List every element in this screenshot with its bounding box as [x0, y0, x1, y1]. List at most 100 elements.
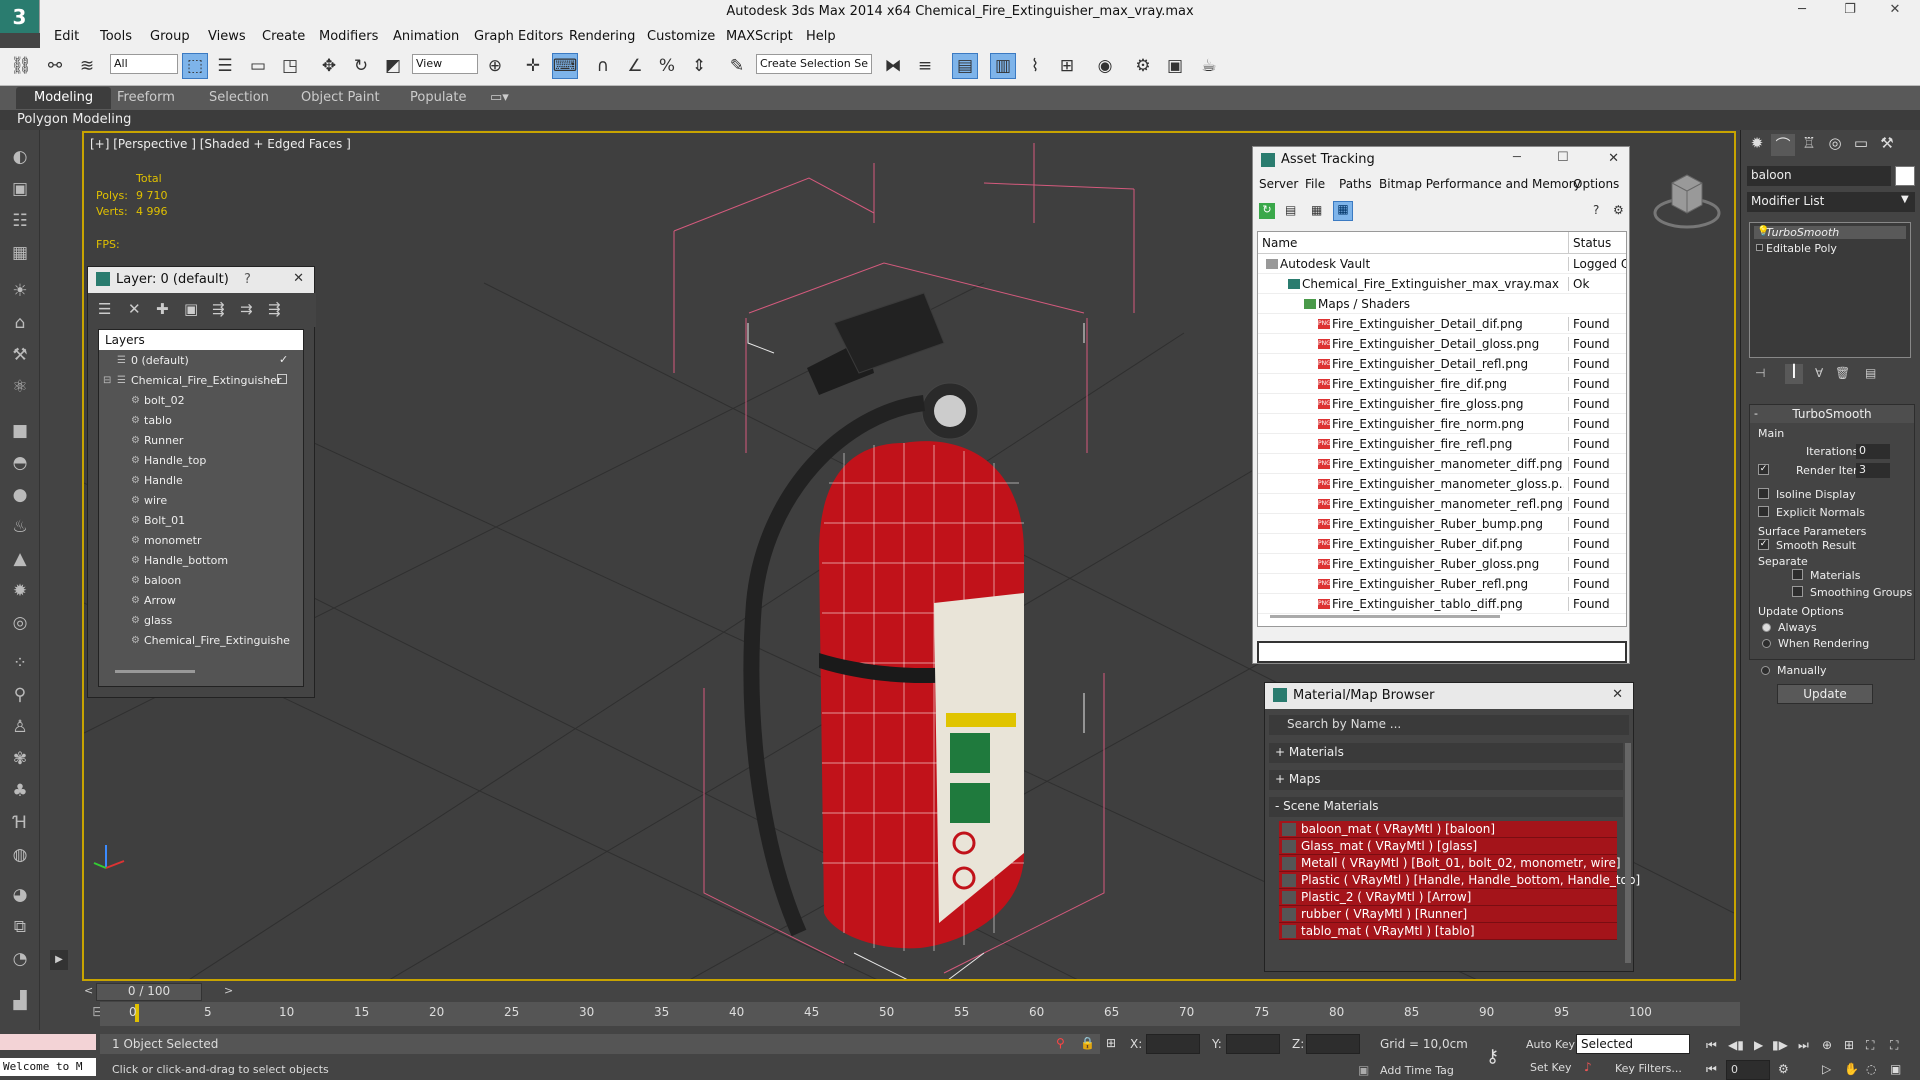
layer-scrollbar[interactable]	[115, 670, 195, 673]
menu-graph-editors[interactable]: Graph Editors	[474, 29, 563, 44]
app-menu-button[interactable]: 3	[0, 0, 40, 33]
play-icon[interactable]: ▶	[1754, 1038, 1763, 1052]
lights-icon[interactable]: ☀	[7, 278, 33, 304]
select-object-icon[interactable]: ⬚	[182, 53, 208, 79]
time-config-icon[interactable]: ⚙	[1778, 1062, 1789, 1076]
layer-manager-icon[interactable]: ▤	[952, 53, 978, 79]
layer-panel-header[interactable]: Layer: 0 (default) ? ✕	[88, 267, 314, 293]
asset-row[interactable]: Maps / Shaders	[1258, 294, 1626, 314]
asset-maximize-icon[interactable]: ☐	[1557, 150, 1569, 165]
list-view-icon[interactable]: ▤	[1285, 203, 1296, 217]
box-icon[interactable]: ■	[7, 418, 33, 444]
time-slider-handle[interactable]: 0 / 100	[96, 983, 202, 1001]
biped-icon[interactable]: ♙	[7, 714, 33, 740]
freeze-all-icon[interactable]: ⇶	[268, 300, 288, 320]
update-button[interactable]: Update	[1777, 684, 1873, 704]
object-row[interactable]: ⚙ glass	[99, 611, 303, 631]
material-row[interactable]: Metall ( VRayMtl ) [Bolt_01, bolt_02, mo…	[1279, 855, 1621, 872]
asset-row[interactable]: PNG Fire_Extinguisher_Ruber_dif.png Found	[1258, 534, 1626, 554]
polygon-modeling-label[interactable]: Polygon Modeling	[17, 112, 131, 127]
delete-layer-icon[interactable]: ✕	[128, 300, 148, 320]
stack-editable-poly[interactable]: Editable Poly	[1766, 242, 1837, 255]
cone-icon[interactable]: ▲	[7, 546, 33, 572]
percent-snap-icon[interactable]: %	[654, 53, 680, 79]
object-row[interactable]: ⚙ Chemical_Fire_Extinguishe	[99, 631, 303, 651]
layer-close-icon[interactable]: ✕	[293, 271, 304, 286]
close-button[interactable]: ✕	[1880, 2, 1910, 24]
settings-icon[interactable]: ⚙	[1613, 203, 1624, 217]
maxscript-input[interactable]: Welcome to M	[0, 1058, 96, 1076]
zoom-icon[interactable]: ⊕	[1822, 1038, 1832, 1052]
globe-icon[interactable]: ◕	[7, 882, 33, 908]
asset-row[interactable]: PNG Fire_Extinguisher_Ruber_gloss.png Foun…	[1258, 554, 1626, 574]
prev-key-icon[interactable]: ◀▮	[1728, 1038, 1744, 1052]
material-row[interactable]: baloon_mat ( VRayMtl ) [baloon]	[1279, 821, 1617, 838]
rendered-frame-window-icon[interactable]: ▣	[1162, 53, 1188, 79]
object-color-swatch[interactable]	[1895, 166, 1915, 186]
asset-row[interactable]: PNG Fire_Extinguisher_fire_refl.png Found	[1258, 434, 1626, 454]
object-row[interactable]: ⚙ Handle	[99, 471, 303, 491]
menu-maxscript[interactable]: MAXScript	[726, 29, 793, 44]
layer-row-extinguisher[interactable]: ⊟ ☰ Chemical_Fire_Extinguisher	[99, 371, 303, 391]
absolute-mode-icon[interactable]: ⊞	[1106, 1036, 1116, 1050]
auto-key-button[interactable]: Auto Key	[1526, 1038, 1575, 1051]
asset-scrollbar[interactable]	[1270, 615, 1500, 618]
object-row[interactable]: ⚙ Arrow	[99, 591, 303, 611]
object-row[interactable]: ⚙ Handle_top	[99, 451, 303, 471]
select-manipulate-icon[interactable]: ✛	[520, 53, 546, 79]
asset-row[interactable]: PNG Fire_Extinguisher_Ruber_refl.png Found	[1258, 574, 1626, 594]
current-layer-box[interactable]	[277, 374, 287, 384]
viewcube-icon[interactable]	[1652, 163, 1722, 233]
toggle-ribbon-icon[interactable]: ▥	[990, 53, 1016, 79]
when-rendering-radio[interactable]	[1762, 639, 1771, 648]
asset-menu-paths[interactable]: Paths	[1339, 177, 1372, 191]
asset-row[interactable]: PNG Fire_Extinguisher_Detail_gloss.png Fou…	[1258, 334, 1626, 354]
grid-view-icon[interactable]: ▦	[1333, 201, 1353, 221]
viewport-layout-icon[interactable]: ◐	[7, 144, 33, 170]
asset-menu-server[interactable]: Server	[1259, 177, 1298, 191]
world-icon[interactable]: ◔	[7, 946, 33, 972]
set-key-button[interactable]: Set Key	[1530, 1061, 1572, 1074]
pin-stack-icon[interactable]: ⊣	[1755, 366, 1765, 380]
container-icon[interactable]: ▟	[7, 988, 33, 1014]
zoom-extents-icon[interactable]: ⛶	[1866, 1038, 1874, 1053]
time-tag-icon[interactable]: ▣	[1358, 1063, 1369, 1077]
torus-icon[interactable]: ◎	[7, 610, 33, 636]
go-to-end-icon[interactable]: ⏭	[1798, 1038, 1809, 1053]
maxscript-listener-mini[interactable]	[0, 1034, 96, 1050]
grid-icon[interactable]: ▦	[7, 240, 33, 266]
display-tab-icon[interactable]: ▭	[1849, 134, 1873, 156]
maximize-button[interactable]: ❐	[1835, 2, 1865, 24]
object-row[interactable]: ⚙ Handle_bottom	[99, 551, 303, 571]
asset-menu-file[interactable]: File	[1305, 177, 1325, 191]
asset-menu-options[interactable]: Options	[1573, 177, 1619, 191]
smooth-result-checkbox[interactable]: ✓	[1758, 539, 1769, 550]
tab-object-paint[interactable]: Object Paint	[301, 90, 380, 105]
particles-icon[interactable]: ⁘	[7, 650, 33, 676]
asset-close-icon[interactable]: ✕	[1608, 151, 1619, 166]
create-tab-icon[interactable]: ✹	[1745, 134, 1769, 156]
key-mode-toggle-icon[interactable]: ⏮	[1706, 1062, 1717, 1077]
modify-tab-icon[interactable]: ⌒	[1771, 134, 1795, 156]
scene-explorer-icon[interactable]: ☷	[7, 208, 33, 234]
section-materials[interactable]: + Materials	[1269, 743, 1623, 763]
teapot-icon[interactable]: ♨	[7, 514, 33, 540]
angle-snap-icon[interactable]: ∠	[622, 53, 648, 79]
rotate-icon[interactable]: ↻	[348, 53, 374, 79]
make-unique-icon[interactable]: ∀	[1815, 366, 1823, 380]
modifier-list-arrow-icon[interactable]: ▼	[1901, 194, 1909, 205]
rectangular-selection-icon[interactable]: ▭	[245, 53, 271, 79]
helpers-icon[interactable]: ⚒	[7, 342, 33, 368]
menu-edit[interactable]: Edit	[54, 29, 79, 44]
layer-help-button[interactable]: ?	[244, 272, 251, 287]
window-crossing-icon[interactable]: ◳	[277, 53, 303, 79]
menu-animation[interactable]: Animation	[393, 29, 459, 44]
select-in-layer-icon[interactable]: ▣	[184, 300, 204, 320]
mat-search-input[interactable]: Search by Name ...	[1269, 715, 1629, 735]
asset-path-field[interactable]	[1257, 641, 1627, 663]
tab-modeling[interactable]: Modeling	[16, 87, 112, 109]
asset-row[interactable]: PNG Fire_Extinguisher_Detail_dif.png Found	[1258, 314, 1626, 334]
reference-coordinate-dropdown[interactable]: View	[412, 54, 478, 74]
menu-group[interactable]: Group	[150, 29, 190, 44]
checkmark-icon[interactable]: ✓	[279, 353, 288, 366]
